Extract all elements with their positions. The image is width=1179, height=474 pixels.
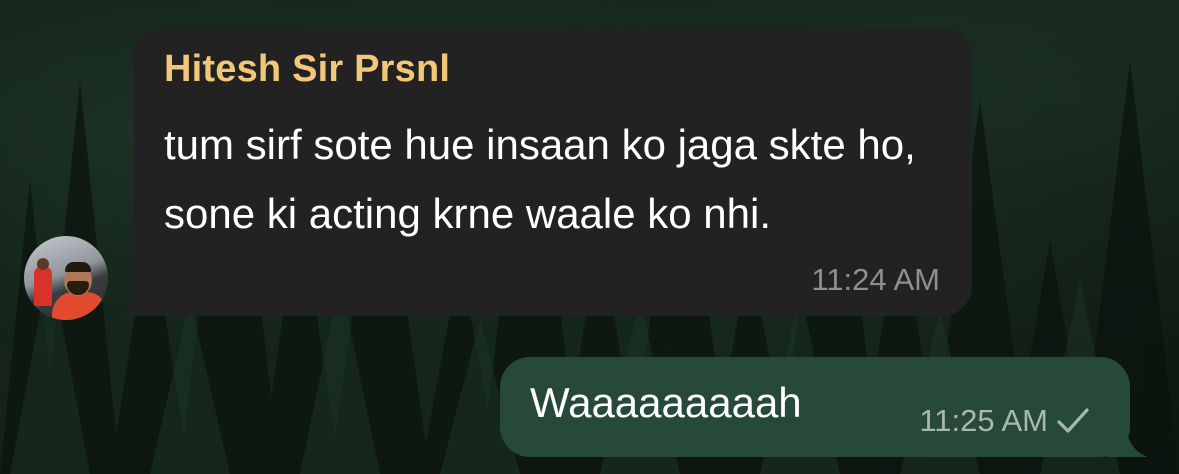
- sender-name[interactable]: Hitesh Sir Prsnl: [164, 48, 450, 91]
- outgoing-message-bubble[interactable]: Waaaaaaaaah 11:25 AM: [500, 357, 1148, 457]
- single-check-icon: [1057, 408, 1089, 433]
- avatar-figure: [34, 266, 52, 306]
- bubble-tail: [116, 286, 156, 316]
- sender-avatar[interactable]: [24, 236, 108, 320]
- message-timestamp: 11:25 AM: [919, 403, 1048, 438]
- message-meta: 11:25 AM: [919, 403, 1090, 439]
- message-text: tum sirf sote hue insaan ko jaga skte ho…: [164, 121, 916, 237]
- message-timestamp: 11:24 AM: [811, 262, 940, 297]
- message-text: Waaaaaaaaah: [530, 379, 802, 426]
- bubble-tail: [1108, 427, 1148, 457]
- incoming-message-bubble[interactable]: Hitesh Sir Prsnl tum sirf sote hue insaa…: [116, 28, 972, 316]
